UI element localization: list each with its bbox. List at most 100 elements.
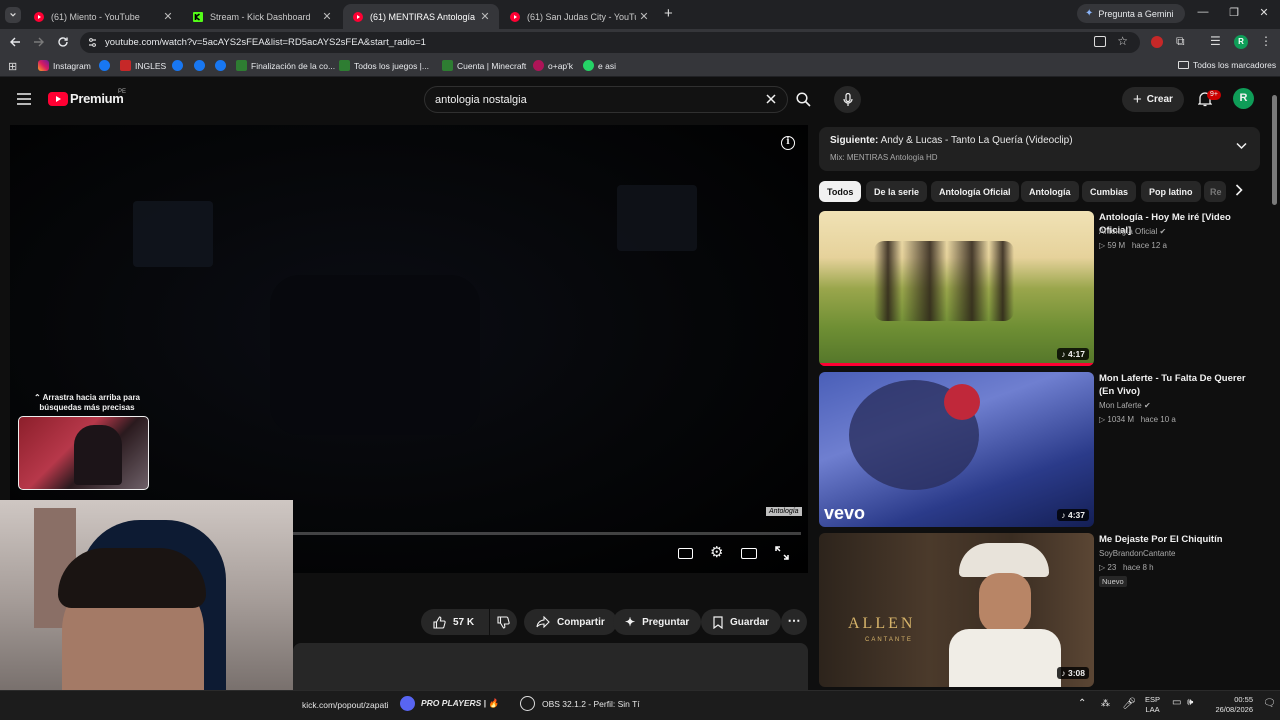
like-button[interactable]: 57 K <box>421 609 489 635</box>
restore-icon[interactable]: ❐ <box>1224 6 1244 19</box>
profile-avatar[interactable]: R <box>1234 35 1248 49</box>
notification-center-icon[interactable]: 🗨︎ <box>1263 698 1276 709</box>
new-tab-button[interactable]: + <box>664 5 673 22</box>
clear-search-icon[interactable] <box>765 93 777 105</box>
page-scrollbar[interactable] <box>1270 87 1278 690</box>
video-thumbnail[interactable]: ALLEN CANTANTE ♪ 3:08 <box>819 533 1094 687</box>
chip-antologia-oficial[interactable]: Antología Oficial <box>931 181 1019 202</box>
save-button[interactable]: Guardar <box>701 609 781 635</box>
description-box[interactable] <box>293 643 808 690</box>
recommendation-card[interactable]: vevo ♪ 4:37 Mon Laferte - Tu Falta De Qu… <box>819 372 1260 528</box>
bookmark-oapk[interactable]: o+ap'k <box>533 60 573 71</box>
chip-overflow[interactable]: Re <box>1204 181 1226 202</box>
chip-todos[interactable]: Todos <box>819 181 862 202</box>
microphone-tray-icon[interactable]: 🎤︎ <box>1122 697 1136 710</box>
hamburger-menu-icon[interactable] <box>17 93 31 105</box>
voice-search-button[interactable] <box>834 86 861 113</box>
bookmark-minecraft[interactable]: Cuenta | Minecraft <box>442 60 526 71</box>
bookmark-icon <box>713 615 723 629</box>
theater-mode-icon[interactable] <box>741 548 757 559</box>
bookmark-ingles[interactable]: INGLES <box>120 60 166 71</box>
tab-kick-dashboard[interactable]: Stream - Kick Dashboard ✕ <box>183 4 341 29</box>
video-thumbnail[interactable]: ♪ 4:17 <box>819 211 1094 366</box>
youtube-logo-icon[interactable] <box>48 92 68 106</box>
tab-mentiras-active[interactable]: (61) MENTIRAS Antología HD - ✕ <box>343 4 499 29</box>
dislike-button[interactable] <box>490 609 517 635</box>
bookmark-instagram[interactable]: Instagram <box>38 60 91 71</box>
taskbar-item-kick-popout[interactable]: kick.com/popout/zapati <box>302 700 388 710</box>
chip-pop-latino[interactable]: Pop latino <box>1141 181 1201 202</box>
chip-antologia[interactable]: Antología <box>1021 181 1079 202</box>
up-next-panel[interactable]: Siguiente: Andy & Lucas - Tanto La Querí… <box>819 127 1260 171</box>
media-controls-icon[interactable]: ☰ <box>1210 34 1221 48</box>
taskbar-item-obs[interactable]: OBS 32.1.2 - Perfil: Sin Tí <box>520 696 640 711</box>
bookmark-facebook[interactable] <box>194 60 209 71</box>
search-box[interactable]: antologia nostalgia <box>424 86 788 113</box>
close-tab-icon[interactable]: ✕ <box>636 10 652 23</box>
back-arrow-icon[interactable] <box>8 35 22 49</box>
channel-name[interactable]: SoyBrandonCantante <box>1099 549 1176 558</box>
miniplayer-preview[interactable] <box>18 416 149 490</box>
site-info-icon[interactable] <box>87 37 98 48</box>
video-thumbnail[interactable]: vevo ♪ 4:37 <box>819 372 1094 527</box>
recommendation-title[interactable]: Me Dejaste Por El Chiquitín <box>1099 533 1259 546</box>
volume-icon[interactable]: 🕪︎ <box>1187 697 1193 708</box>
extensions-puzzle-icon[interactable]: ⧉ <box>1176 34 1185 49</box>
create-button[interactable]: + Crear <box>1122 87 1184 112</box>
forward-arrow-icon[interactable] <box>32 35 46 49</box>
taskbar-item-discord[interactable]: PRO PLAYERS | 🔥 <box>400 696 499 711</box>
bookmark-facebook[interactable] <box>99 60 114 71</box>
extension-icon[interactable] <box>1151 36 1163 48</box>
bookmark-e-asi[interactable]: e asi <box>583 60 616 71</box>
recommendation-card[interactable]: ♪ 4:17 Antología - Hoy Me iré [Video Ofi… <box>819 211 1260 367</box>
more-actions-button[interactable]: ⋯ <box>781 609 807 635</box>
scrollbar-thumb[interactable] <box>1272 95 1277 205</box>
gemini-button[interactable]: ✦ Pregunta a Gemini <box>1077 4 1185 23</box>
close-tab-icon[interactable]: ✕ <box>319 10 335 23</box>
reload-icon[interactable] <box>56 35 70 49</box>
search-button[interactable] <box>789 86 818 113</box>
address-bar[interactable]: youtube.com/watch?v=5acAYS2sFEA&list=RD5… <box>80 32 1140 53</box>
whatsapp-icon <box>583 60 594 71</box>
folder-icon <box>1178 61 1189 69</box>
video-info-icon[interactable]: i <box>781 136 795 150</box>
network-icon[interactable]: ▭ <box>1172 697 1181 708</box>
fullscreen-icon[interactable] <box>775 546 789 560</box>
bookmark-finalizacion[interactable]: Finalización de la co... <box>236 60 335 71</box>
install-app-icon[interactable] <box>1094 36 1106 47</box>
account-avatar[interactable]: R <box>1233 88 1254 109</box>
url-text: youtube.com/watch?v=5acAYS2sFEA&list=RD5… <box>105 37 426 48</box>
subtitles-icon[interactable] <box>678 548 693 559</box>
ask-button[interactable]: ✦ Preguntar <box>613 609 702 635</box>
close-tab-icon[interactable]: ✕ <box>477 10 493 23</box>
chip-cumbias[interactable]: Cumbias <box>1082 181 1137 202</box>
recommendation-card[interactable]: ALLEN CANTANTE ♪ 3:08 Me Dejaste Por El … <box>819 533 1260 689</box>
recommendation-title[interactable]: Mon Laferte - Tu Falta De Querer (En Viv… <box>1099 372 1259 398</box>
tab-miento[interactable]: (61) Miento - YouTube ✕ <box>24 4 182 29</box>
language-indicator[interactable]: ESP LAA <box>1145 695 1160 715</box>
bookmark-facebook[interactable] <box>215 60 230 71</box>
clock[interactable]: 00:55 26/08/2026 <box>1209 695 1253 715</box>
bookmark-facebook[interactable] <box>172 60 187 71</box>
tab-search-icon[interactable] <box>5 7 21 23</box>
tab-san-judas-city[interactable]: (61) San Judas City - YouTube ✕ <box>500 4 658 29</box>
tray-app-icon[interactable]: ⁂ <box>1101 698 1110 709</box>
bookmark-todos-los-juegos[interactable]: Todos los juegos |... <box>339 60 429 71</box>
chevron-down-icon[interactable] <box>1236 142 1247 150</box>
close-window-icon[interactable]: ✕ <box>1254 6 1274 19</box>
close-tab-icon[interactable]: ✕ <box>160 10 176 23</box>
settings-gear-icon[interactable]: ⚙ <box>710 545 723 560</box>
tray-overflow-icon[interactable]: ⌃ <box>1078 698 1086 709</box>
search-input[interactable]: antologia nostalgia <box>435 94 527 106</box>
apps-grid-icon[interactable]: ⊞ <box>8 60 17 73</box>
share-button[interactable]: Compartir <box>524 609 617 635</box>
progress-bar-track[interactable] <box>293 532 801 535</box>
browser-menu-icon[interactable]: ⋮ <box>1260 34 1272 48</box>
minimize-icon[interactable]: — <box>1193 6 1213 18</box>
all-bookmarks[interactable]: Todos los marcadores <box>1178 60 1276 70</box>
bookmark-star-icon[interactable]: ☆ <box>1117 34 1128 48</box>
channel-row[interactable]: Mon Laferte ✔ <box>1099 401 1151 410</box>
channel-row[interactable]: Antología Oficial ✔ <box>1099 227 1166 236</box>
chip-de-la-serie[interactable]: De la serie <box>866 181 928 202</box>
chips-next-arrow-icon[interactable] <box>1234 183 1244 197</box>
